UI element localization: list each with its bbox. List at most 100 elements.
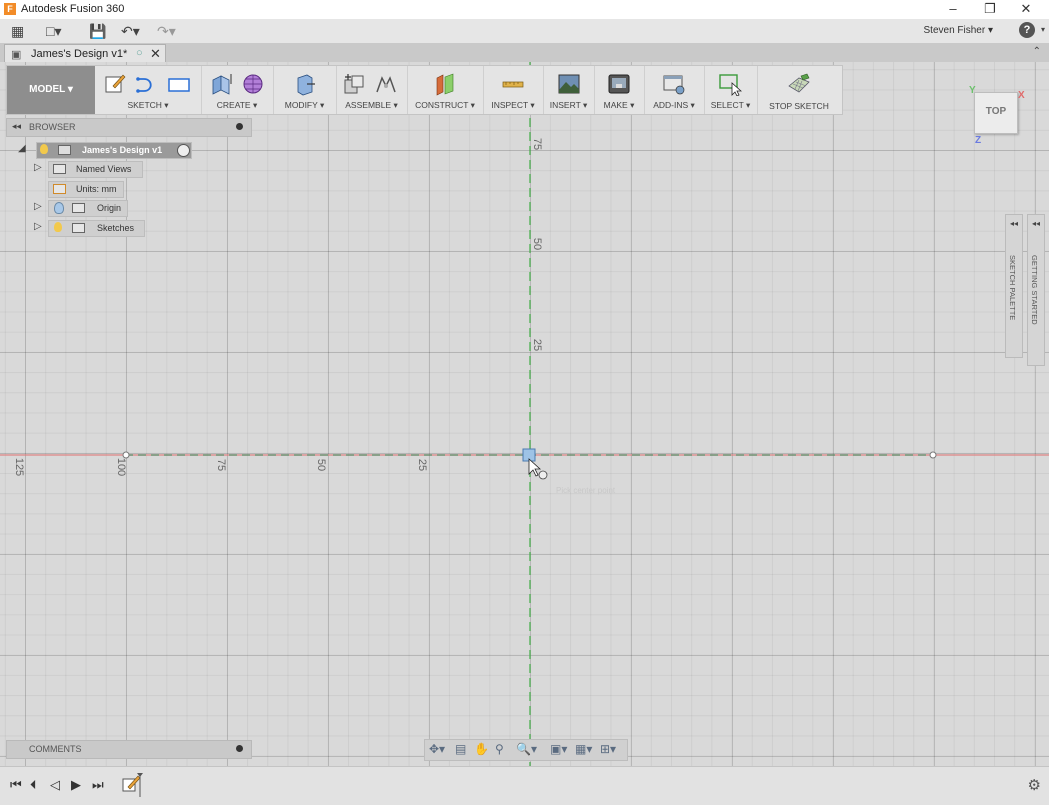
add-ins-group[interactable]: ADD-INS ▾ — [644, 66, 705, 114]
data-panel-grid-icon[interactable]: ▦ — [11, 23, 24, 39]
rectangle-tool-icon[interactable] — [167, 72, 191, 96]
browser-item-units[interactable]: Units: mm — [48, 181, 128, 198]
restore-button[interactable]: ❐ — [972, 0, 1008, 19]
insert-group[interactable]: INSERT ▾ — [543, 66, 595, 114]
folder-icon — [72, 223, 85, 233]
fusion-logo-icon: F — [4, 3, 16, 15]
form-icon[interactable] — [241, 72, 265, 96]
go-to-end-icon[interactable]: ⏭ — [92, 777, 104, 793]
redo-icon[interactable]: ↷▾ — [157, 23, 176, 39]
expand-palette-icon[interactable]: ◂◂ — [1028, 219, 1044, 228]
line-endpoint-right[interactable] — [929, 451, 937, 459]
folder-icon — [72, 203, 85, 213]
save-icon[interactable]: 💾 — [89, 23, 106, 39]
minimize-button[interactable]: – — [935, 0, 971, 19]
browser-root-node[interactable]: ◢ James's Design v1 — [18, 142, 198, 159]
window-title: Autodesk Fusion 360 — [21, 3, 125, 15]
select-icon[interactable] — [718, 72, 742, 96]
help-icon[interactable]: ? — [1019, 22, 1035, 38]
getting-started-tab[interactable]: ◂◂ GETTING STARTED — [1027, 214, 1045, 366]
go-to-start-icon[interactable]: ⏮ — [10, 777, 22, 793]
insert-group-label: INSERT ▾ — [549, 100, 588, 110]
line-tool-icon[interactable] — [135, 72, 159, 96]
viewcube[interactable]: TOP — [974, 92, 1018, 134]
offset-plane-icon[interactable] — [433, 72, 457, 96]
close-tab-icon[interactable]: ✕ — [150, 46, 161, 62]
visibility-bulb-icon[interactable] — [54, 222, 62, 232]
timeline-sketch-feature-icon[interactable] — [121, 773, 143, 797]
expand-triangle-icon[interactable]: ▷ — [34, 221, 42, 232]
sketch-axes — [0, 62, 1049, 766]
grid-settings-icon[interactable]: ▦▾ — [575, 742, 592, 756]
browser-item-sketches[interactable]: ▷ Sketches — [34, 220, 146, 237]
help-dropdown-icon[interactable]: ▾ — [1041, 25, 1045, 34]
browser-item-origin[interactable]: ▷ Origin — [34, 200, 134, 217]
main-toolbar: MODEL ▾ SKETCH ▾ CREATE ▾ MODIFY ▾ ASSEM… — [6, 65, 843, 115]
sketch-palette-tab[interactable]: ◂◂ SKETCH PALETTE — [1005, 214, 1023, 358]
add-ins-group-label: ADD-INS ▾ — [653, 100, 695, 110]
construct-group-label: CONSTRUCT ▾ — [415, 100, 475, 110]
getting-started-label: GETTING STARTED — [1030, 255, 1039, 325]
browser-item-named-views[interactable]: ▷ Named Views — [34, 161, 144, 178]
select-group[interactable]: SELECT ▾ — [704, 66, 758, 114]
expand-palette-icon[interactable]: ◂◂ — [1006, 219, 1022, 228]
joint-icon[interactable] — [374, 72, 398, 96]
make-group[interactable]: MAKE ▾ — [594, 66, 645, 114]
x-tick-label: 25 — [416, 458, 429, 472]
workspace-switcher[interactable]: MODEL ▾ — [7, 66, 95, 114]
modify-group[interactable]: MODIFY ▾ — [273, 66, 337, 114]
inspect-group[interactable]: INSPECT ▾ — [483, 66, 544, 114]
zoom-icon[interactable]: 🔍▾ — [516, 742, 537, 756]
x-tick-label: 75 — [215, 458, 228, 472]
collapse-browser-icon[interactable]: ◂◂ — [12, 121, 21, 132]
stop-sketch-icon[interactable] — [787, 72, 811, 96]
browser-panel-header[interactable]: ◂◂ BROWSER — [6, 118, 252, 137]
expand-triangle-icon[interactable]: ▷ — [34, 201, 42, 212]
create-sketch-icon[interactable] — [103, 72, 127, 96]
visibility-bulb-icon[interactable] — [54, 202, 64, 214]
construct-group[interactable]: CONSTRUCT ▾ — [407, 66, 484, 114]
browser-title: BROWSER — [29, 122, 76, 132]
document-tab-bar: ▣ James's Design v1* ○ ✕ ⌃ — [0, 43, 1049, 63]
zoom-window-icon[interactable]: ⚲ — [495, 742, 504, 756]
play-icon[interactable]: ▶ — [71, 777, 81, 793]
sketch-group[interactable]: SKETCH ▾ — [95, 66, 202, 114]
activate-radio-icon[interactable] — [177, 144, 190, 157]
assemble-group[interactable]: ASSEMBLE ▾ — [336, 66, 408, 114]
visibility-bulb-icon[interactable] — [40, 144, 48, 154]
y-tick-label: 25 — [531, 338, 544, 352]
collapse-toolbar-icon[interactable]: ⌃ — [1033, 46, 1041, 57]
pin-panel-icon[interactable] — [236, 123, 243, 130]
orbit-icon[interactable]: ✥▾ — [429, 742, 445, 756]
press-pull-icon[interactable] — [293, 72, 317, 96]
display-settings-icon[interactable]: ▣▾ — [550, 742, 567, 756]
sync-status-icon: ○ — [136, 47, 143, 59]
sketch-palette-label: SKETCH PALETTE — [1008, 255, 1017, 321]
document-tab[interactable]: ▣ James's Design v1* ○ ✕ — [4, 44, 166, 63]
extrude-icon[interactable] — [209, 72, 233, 96]
timeline-settings-gear-icon[interactable]: ⚙ — [1028, 776, 1041, 794]
folder-icon — [53, 164, 66, 174]
collapse-triangle-icon[interactable]: ◢ — [18, 143, 26, 154]
look-at-icon[interactable]: ▤ — [455, 742, 466, 756]
comments-panel-header[interactable]: COMMENTS — [6, 740, 252, 759]
user-account-menu[interactable]: Steven Fisher ▾ — [924, 25, 994, 36]
insert-image-icon[interactable] — [557, 72, 581, 96]
scripts-add-ins-icon[interactable] — [662, 72, 686, 96]
measure-icon[interactable] — [501, 72, 525, 96]
pan-icon[interactable]: ✋ — [474, 742, 489, 756]
stop-sketch-group[interactable]: STOP SKETCH — [757, 66, 841, 114]
file-menu-icon[interactable]: □▾ — [46, 23, 61, 39]
expand-triangle-icon[interactable]: ▷ — [34, 162, 42, 173]
create-group[interactable]: CREATE ▾ — [201, 66, 274, 114]
add-comment-icon[interactable] — [236, 745, 243, 752]
undo-icon[interactable]: ↶▾ — [121, 23, 140, 39]
close-window-button[interactable]: ✕ — [1008, 0, 1044, 19]
play-back-icon[interactable]: ◁ — [50, 777, 60, 793]
comments-title: COMMENTS — [29, 744, 82, 754]
step-back-icon[interactable]: ⏴ — [30, 777, 37, 793]
new-component-icon[interactable] — [342, 72, 366, 96]
3d-print-icon[interactable] — [607, 72, 631, 96]
sketch-canvas[interactable]: 75 50 25 125 100 75 50 25 — [0, 62, 1049, 766]
viewports-icon[interactable]: ⊞▾ — [600, 742, 616, 756]
